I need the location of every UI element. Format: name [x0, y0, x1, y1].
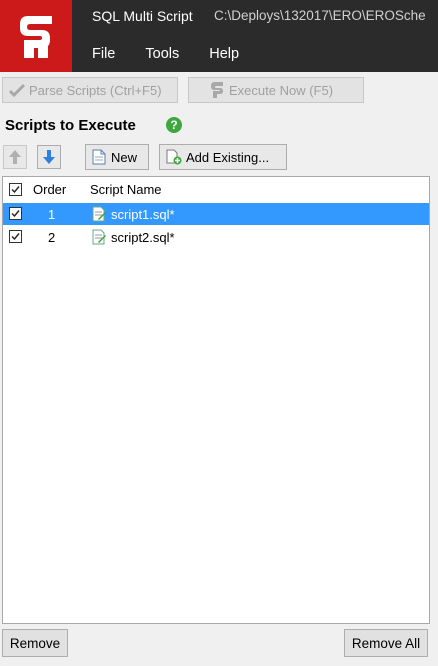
checkmark-icon	[11, 210, 20, 218]
column-header-order[interactable]: Order	[33, 182, 66, 197]
menu-tools[interactable]: Tools	[135, 46, 189, 62]
menu-help[interactable]: Help	[199, 46, 249, 62]
row-checkbox[interactable]	[9, 207, 22, 220]
sql-multi-script-logo-icon	[20, 16, 52, 58]
menu-bar: File Tools Help	[72, 36, 438, 72]
list-header: Order Script Name	[3, 177, 429, 202]
row-script-name: script2.sql*	[111, 230, 175, 245]
checkmark-icon	[9, 83, 25, 97]
row-order: 2	[48, 230, 56, 245]
file-path: C:\Deploys\132017\ERO\EROSche	[214, 8, 426, 23]
checkmark-icon	[11, 233, 20, 241]
execute-now-label: Execute Now (F5)	[229, 82, 334, 98]
section-title: Scripts to Execute	[5, 117, 136, 134]
sql-file-icon	[91, 206, 107, 225]
row-script-name: script1.sql*	[111, 207, 175, 222]
parse-scripts-button[interactable]: Parse Scripts (Ctrl+F5)	[2, 77, 178, 103]
toolbar: Parse Scripts (Ctrl+F5) Execute Now (F5)	[0, 72, 438, 110]
title-bar: SQL Multi Script C:\Deploys\132017\ERO\E…	[0, 0, 438, 72]
help-icon[interactable]: ?	[166, 117, 182, 133]
column-header-script-name[interactable]: Script Name	[90, 182, 162, 197]
list-item[interactable]: 2 script2.sql*	[3, 226, 429, 248]
select-all-checkbox[interactable]	[9, 183, 22, 196]
menu-file[interactable]: File	[82, 46, 125, 62]
app-title: SQL Multi Script	[92, 8, 193, 24]
add-file-icon	[166, 149, 182, 165]
remove-button[interactable]: Remove	[2, 629, 68, 657]
row-order: 1	[48, 207, 56, 222]
checkmark-icon	[11, 186, 20, 194]
sql-file-icon	[91, 229, 107, 248]
execute-logo-icon	[211, 82, 223, 98]
new-script-button[interactable]: New	[85, 144, 149, 170]
remove-all-button[interactable]: Remove All	[344, 629, 428, 657]
app-logo	[0, 0, 72, 72]
arrow-up-icon	[9, 150, 21, 164]
execute-now-button[interactable]: Execute Now (F5)	[188, 77, 364, 103]
new-file-icon	[92, 149, 106, 165]
add-existing-label: Add Existing...	[186, 149, 270, 165]
script-list: Order Script Name 1 script1.sql* 2 scrip…	[2, 176, 430, 624]
arrow-down-icon	[43, 150, 55, 164]
list-item[interactable]: 1 script1.sql*	[3, 203, 429, 225]
parse-scripts-label: Parse Scripts (Ctrl+F5)	[29, 82, 162, 98]
move-up-button[interactable]	[3, 145, 27, 169]
row-checkbox[interactable]	[9, 230, 22, 243]
new-label: New	[111, 149, 138, 165]
move-down-button[interactable]	[37, 145, 61, 169]
add-existing-button[interactable]: Add Existing...	[159, 144, 287, 170]
